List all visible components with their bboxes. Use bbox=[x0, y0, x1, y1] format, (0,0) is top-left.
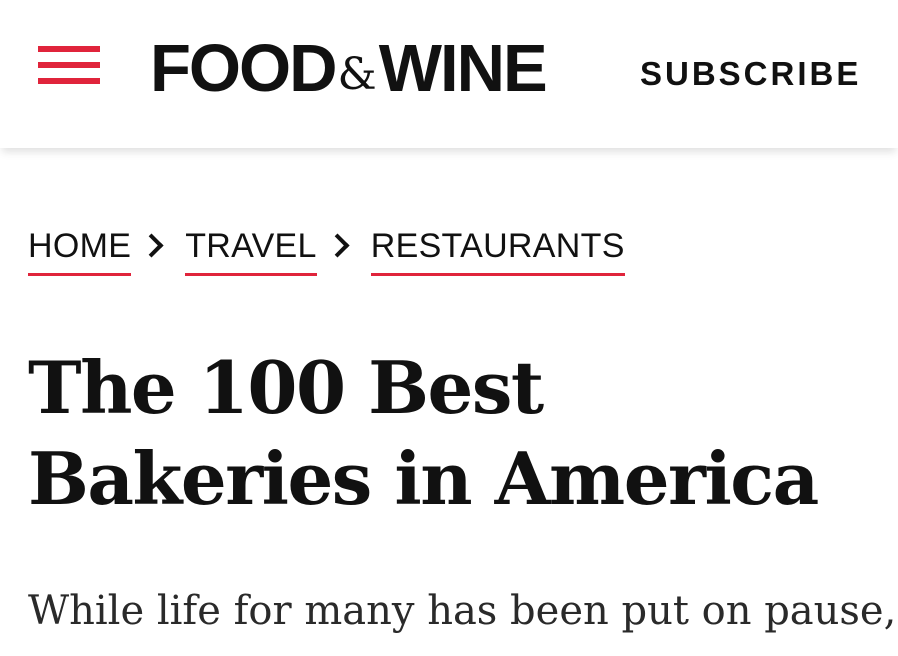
article-title: The 100 Best Bakeries in America bbox=[28, 345, 819, 521]
breadcrumb-restaurants[interactable]: RESTAURANTS bbox=[370, 226, 625, 276]
subscribe-link[interactable]: SUBSCRIBE bbox=[640, 55, 861, 93]
chevron-right-icon bbox=[317, 226, 371, 266]
chevron-right-icon bbox=[131, 226, 185, 266]
logo-word-food: FOOD bbox=[150, 30, 338, 106]
breadcrumb-travel[interactable]: TRAVEL bbox=[185, 226, 317, 276]
menu-bar bbox=[38, 62, 100, 68]
logo-word-wine: WINE bbox=[378, 30, 548, 106]
site-logo[interactable]: FOOD & WINE bbox=[150, 28, 548, 108]
menu-bar bbox=[38, 46, 100, 52]
breadcrumb-home[interactable]: HOME bbox=[28, 226, 132, 276]
logo-ampersand: & bbox=[337, 49, 377, 100]
site-header: FOOD & WINE SUBSCRIBE bbox=[0, 0, 898, 148]
hamburger-menu-icon[interactable] bbox=[38, 46, 100, 90]
article-intro: While life for many has been put on paus… bbox=[28, 588, 897, 634]
breadcrumb: HOME TRAVEL RESTAURANTS bbox=[28, 226, 625, 276]
menu-bar bbox=[38, 78, 100, 84]
